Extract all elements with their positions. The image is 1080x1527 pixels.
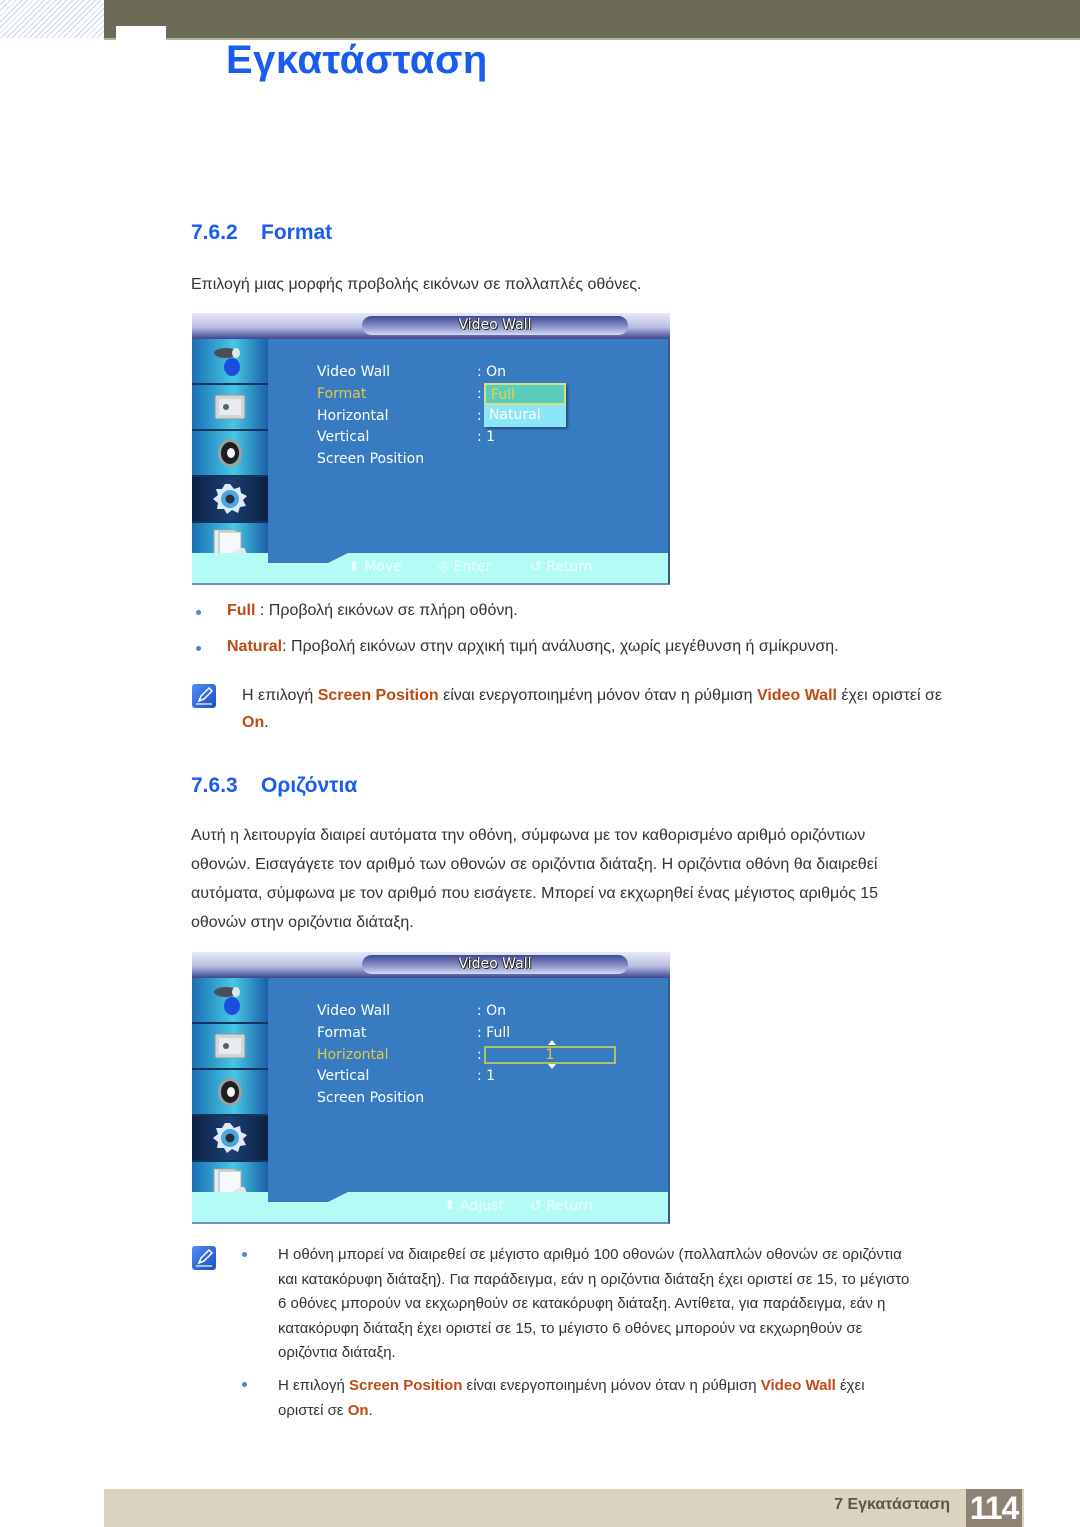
dropdown-option-full[interactable]: Full [484,383,566,405]
spinner-up-arrow-icon[interactable] [548,1040,556,1045]
screen-icon [214,1033,246,1059]
osd-row-horizontal[interactable]: Horizontal [317,408,388,424]
bullet-natural: Natural: Προβολή εικόνων στην αρχική τιμ… [227,638,839,655]
osd-value-format: : Full [477,1025,511,1041]
osd-tab-setup[interactable] [192,1116,268,1162]
header-hatch-decoration [0,0,104,38]
osd-video-wall-horizontal: Video Wall Video Wall : On Format : Full… [192,952,670,1226]
section-title: Format [261,221,333,244]
osd-footer: ⬍ Adjust ↺ Return [192,1192,670,1224]
osd-tab-sound[interactable] [192,1070,268,1116]
setup-gear-icon [213,484,247,514]
dropdown-option-natural[interactable]: Natural [484,405,566,427]
osd-adjust-hint: ⬍ Adjust [444,1198,504,1214]
bullet-dot [196,646,201,651]
osd-row-format[interactable]: Format [317,1025,366,1041]
osd-value-horizontal: : [477,1047,482,1063]
osd-row-format[interactable]: Format [317,386,366,402]
osd-move-hint: ⬍ Move [348,559,402,575]
osd-enter-hint: ⎆ Enter [438,559,492,575]
note-screen-position-2: Η επιλογή Screen Position είναι ενεργοπο… [278,1377,865,1419]
osd-sidebar [192,978,268,1208]
osd-value-vertical: : 1 [477,1068,496,1084]
osd-footer: ⬍ Move ⎆ Enter ↺ Return [192,553,670,585]
bullet-dot [196,610,201,615]
header-bar [104,0,1080,40]
osd-value-horizontal: : [477,408,482,424]
bullet-dot [242,1382,247,1387]
osd-title: Video Wall [362,316,628,335]
spinner-down-arrow-icon[interactable] [548,1064,556,1069]
note-pencil-icon [192,684,216,708]
horizontal-paragraph: Αυτή η λειτουργία διαιρεί αυτόματα την ο… [191,827,879,931]
osd-row-vertical[interactable]: Vertical [317,1068,369,1084]
chapter-title: Εγκατάσταση [226,38,488,82]
speaker-icon [218,439,242,467]
osd-header: Video Wall [192,952,670,978]
osd-value-format: : [477,386,482,402]
setup-gear-icon [213,1123,247,1153]
note-pencil-icon [192,1246,216,1270]
up-down-arrow-icon: ⬍ [348,559,360,575]
bullet-dot [242,1252,247,1257]
osd-row-horizontal[interactable]: Horizontal [317,1047,388,1063]
osd-tab-picture[interactable] [192,339,268,385]
header-tab-notch [116,26,166,40]
screen-icon [214,394,246,420]
section-number: 7.6.3 [191,774,238,797]
horizontal-spinner[interactable]: 1 [484,1046,616,1064]
osd-value-video-wall: : On [477,1003,507,1019]
osd-header: Video Wall [192,313,670,339]
note-max-screens: Η οθόνη μπορεί να διαιρεθεί σε μέγιστο α… [278,1246,910,1362]
up-down-arrow-icon: ⬍ [444,1198,456,1214]
section-title: Οριζόντια [261,774,358,797]
return-icon: ↺ [530,1198,542,1214]
osd-sidebar [192,339,268,569]
osd-tab-setup[interactable] [192,477,268,523]
osd-value-vertical: : 1 [477,429,496,445]
format-dropdown[interactable]: Full Natural [484,383,566,427]
page-number: 114 [966,1489,1022,1527]
speaker-icon [218,1078,242,1106]
osd-row-vertical[interactable]: Vertical [317,429,369,445]
osd-row-video-wall[interactable]: Video Wall [317,364,390,380]
osd-video-wall-format: Video Wall Video Wall : On Format : Hori… [192,313,670,587]
section-heading-horizontal: 7.6.3 Οριζόντια [191,774,357,798]
osd-return-hint: ↺ Return [530,1198,593,1214]
enter-icon: ⎆ [438,559,450,575]
format-intro: Επιλογή μιας μορφής προβολής εικόνων σε … [191,276,642,293]
osd-return-hint: ↺ Return [530,559,593,575]
picture-icon [214,987,240,1015]
picture-icon [214,348,240,376]
section-number: 7.6.2 [191,221,238,244]
osd-tab-screen[interactable] [192,385,268,431]
footer-chapter-label: 7 Εγκατάσταση [834,1496,950,1513]
bullet-full: Full : Προβολή εικόνων σε πλήρη οθόνη. [227,602,518,619]
osd-row-video-wall[interactable]: Video Wall [317,1003,390,1019]
osd-tab-picture[interactable] [192,978,268,1024]
osd-title: Video Wall [362,955,628,974]
note-screen-position: Η επιλογή Screen Position είναι ενεργοπο… [242,687,942,731]
osd-row-screen-position[interactable]: Screen Position [317,451,424,467]
osd-tab-sound[interactable] [192,431,268,477]
osd-tab-screen[interactable] [192,1024,268,1070]
osd-value-video-wall: : On [477,364,507,380]
section-heading-format: 7.6.2 Format [191,221,332,245]
return-icon: ↺ [530,559,542,575]
osd-row-screen-position[interactable]: Screen Position [317,1090,424,1106]
page-footer: 7 Εγκατάσταση [104,1489,1024,1527]
